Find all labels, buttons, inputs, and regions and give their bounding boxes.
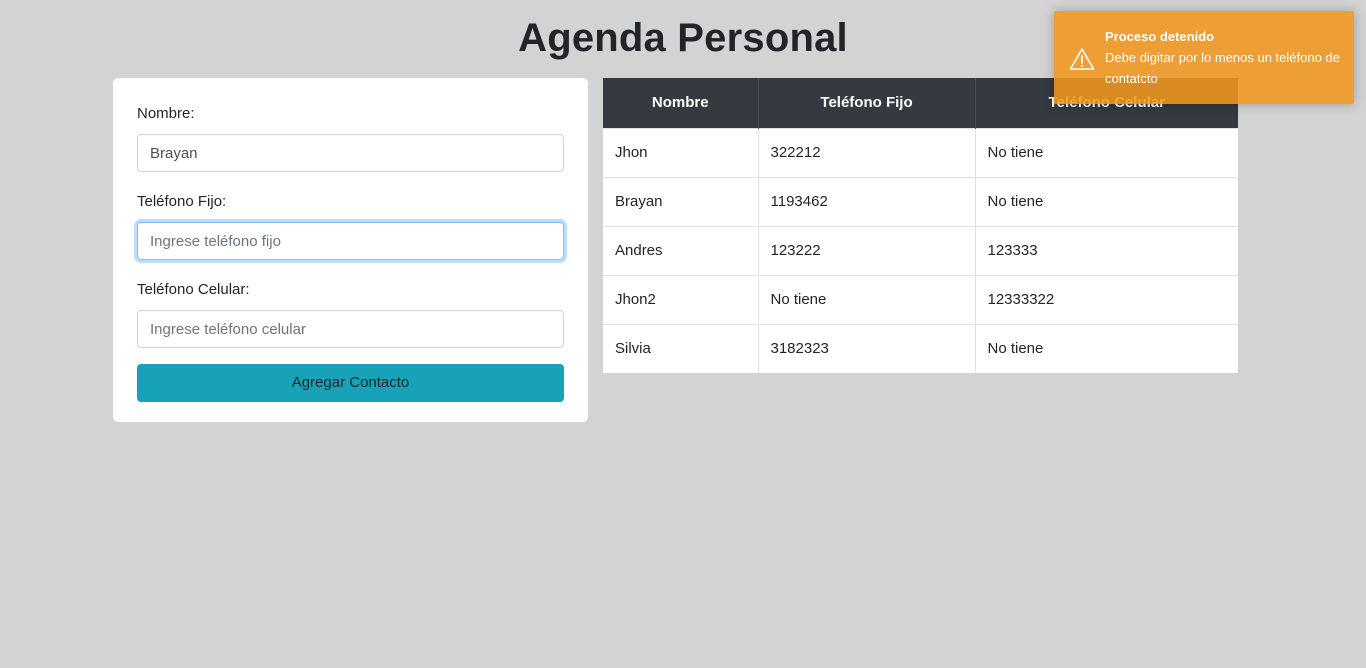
table-row: Brayan 1193462 No tiene <box>603 176 1238 226</box>
contact-form: Nombre: Teléfono Fijo: Teléfono Celular:… <box>113 78 588 422</box>
cell-landline: 322212 <box>758 127 976 177</box>
cell-landline: 1193462 <box>758 176 976 226</box>
name-label: Nombre: <box>137 105 195 122</box>
warning-toast[interactable]: Proceso detenido Debe digitar por lo men… <box>1054 11 1354 104</box>
cell-mobile: No tiene <box>975 323 1238 373</box>
mobile-label: Teléfono Celular: <box>137 281 250 298</box>
cell-name: Jhon2 <box>603 274 759 324</box>
cell-name: Brayan <box>603 176 759 226</box>
toast-message: Debe digitar por lo menos un teléfono de… <box>1105 50 1340 86</box>
table-row: Jhon2 No tiene 12333322 <box>603 274 1238 324</box>
add-contact-button[interactable]: Agregar Contacto <box>137 364 564 402</box>
name-input[interactable] <box>137 134 564 172</box>
cell-mobile: No tiene <box>975 176 1238 226</box>
header-landline: Teléfono Fijo <box>758 78 976 128</box>
mobile-group: Teléfono Celular: <box>137 278 564 348</box>
table-row: Jhon 322212 No tiene <box>603 127 1238 177</box>
cell-name: Jhon <box>603 127 759 177</box>
landline-group: Teléfono Fijo: <box>137 190 564 260</box>
table-row: Andres 123222 123333 <box>603 225 1238 275</box>
cell-landline: 123222 <box>758 225 976 275</box>
header-name: Nombre <box>603 78 759 128</box>
cell-name: Silvia <box>603 323 759 373</box>
contacts-table: Nombre Teléfono Fijo Teléfono Celular Jh… <box>603 78 1238 373</box>
cell-mobile: 12333322 <box>975 274 1238 324</box>
cell-mobile: 123333 <box>975 225 1238 275</box>
landline-label: Teléfono Fijo: <box>137 193 227 210</box>
cell-landline: No tiene <box>758 274 976 324</box>
cell-landline: 3182323 <box>758 323 976 373</box>
landline-input[interactable] <box>137 222 564 260</box>
cell-name: Andres <box>603 225 759 275</box>
table-row: Silvia 3182323 No tiene <box>603 323 1238 373</box>
cell-mobile: No tiene <box>975 127 1238 177</box>
toast-title: Proceso detenido <box>1105 29 1215 44</box>
name-group: Nombre: <box>137 102 564 172</box>
mobile-input[interactable] <box>137 310 564 348</box>
warning-icon <box>1069 47 1095 71</box>
